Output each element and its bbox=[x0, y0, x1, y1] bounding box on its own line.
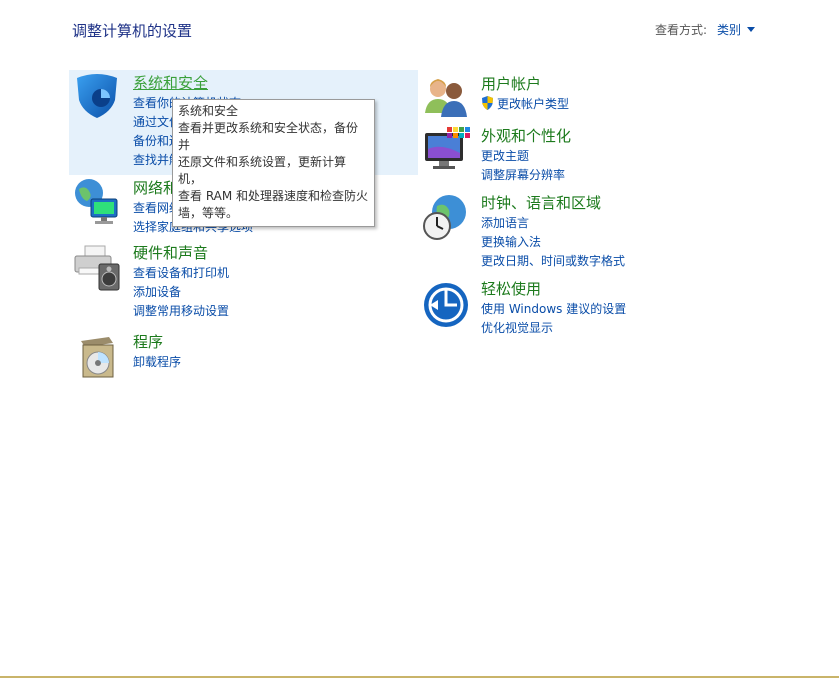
ease-of-access-icon bbox=[421, 278, 471, 328]
tooltip-line: 查看 RAM 和处理器速度和检查防火 bbox=[178, 189, 369, 203]
category-title-programs[interactable]: 程序 bbox=[133, 331, 181, 353]
link-devices-printers[interactable]: 查看设备和打印机 bbox=[133, 264, 229, 283]
programs-disc-icon bbox=[73, 331, 123, 381]
link-add-device[interactable]: 添加设备 bbox=[133, 283, 229, 302]
category-title-hardware-sound[interactable]: 硬件和声音 bbox=[133, 242, 229, 264]
category-title-system-security[interactable]: 系统和安全 bbox=[133, 72, 349, 94]
uac-shield-icon bbox=[481, 96, 494, 116]
tooltip: 系统和安全 查看并更改系统和安全状态，备份并 还原文件和系统设置，更新计算机， … bbox=[172, 99, 375, 227]
view-by-label: 查看方式: bbox=[654, 23, 707, 37]
printer-speaker-icon bbox=[73, 242, 123, 292]
clock-globe-icon bbox=[421, 192, 471, 242]
category-title-clock-language-region[interactable]: 时钟、语言和区域 bbox=[481, 192, 625, 214]
link-mobility-settings[interactable]: 调整常用移动设置 bbox=[133, 302, 229, 321]
link-change-input-method[interactable]: 更换输入法 bbox=[481, 233, 625, 252]
users-icon bbox=[421, 73, 471, 123]
tooltip-line: 墙，等等。 bbox=[178, 206, 239, 220]
page-title: 调整计算机的设置 bbox=[72, 22, 193, 40]
link-add-language[interactable]: 添加语言 bbox=[481, 214, 625, 233]
tooltip-line: 还原文件和系统设置，更新计算机， bbox=[178, 155, 347, 186]
link-screen-resolution[interactable]: 调整屏幕分辨率 bbox=[481, 166, 571, 185]
view-by-dropdown[interactable]: 类别 bbox=[717, 21, 755, 38]
category-title-appearance[interactable]: 外观和个性化 bbox=[481, 125, 571, 147]
network-globe-icon bbox=[73, 177, 123, 227]
chevron-down-icon bbox=[747, 27, 755, 32]
link-date-time-format[interactable]: 更改日期、时间或数字格式 bbox=[481, 252, 625, 271]
link-change-account-type[interactable]: 更改帐户类型 bbox=[481, 95, 569, 116]
link-change-theme[interactable]: 更改主题 bbox=[481, 147, 571, 166]
monitor-palette-icon bbox=[421, 125, 471, 175]
shield-icon bbox=[73, 72, 123, 122]
link-recommended-settings[interactable]: 使用 Windows 建议的设置 bbox=[481, 300, 626, 319]
link-optimize-visual-display[interactable]: 优化视觉显示 bbox=[481, 319, 626, 338]
view-by-control: 查看方式: 类别 bbox=[655, 21, 755, 38]
link-change-account-type-label: 更改帐户类型 bbox=[497, 97, 570, 111]
tooltip-line: 查看并更改系统和安全状态，备份并 bbox=[178, 121, 359, 152]
view-by-value: 类别 bbox=[716, 23, 741, 37]
category-title-ease-of-access[interactable]: 轻松使用 bbox=[481, 278, 626, 300]
link-uninstall-program[interactable]: 卸载程序 bbox=[133, 353, 181, 372]
category-title-user-accounts[interactable]: 用户帐户 bbox=[481, 73, 569, 95]
tooltip-title: 系统和安全 bbox=[178, 104, 239, 118]
